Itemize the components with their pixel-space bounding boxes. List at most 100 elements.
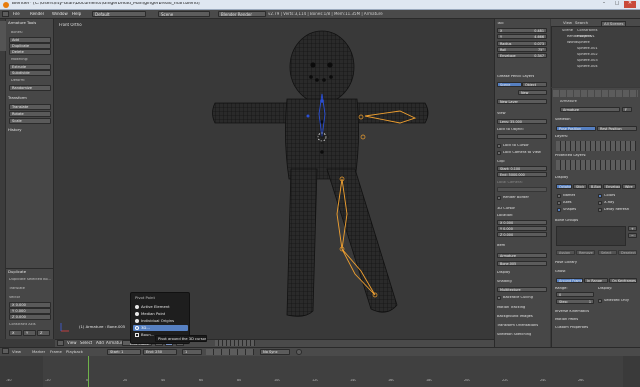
tail-x-field[interactable]: X 0.481 [497, 28, 547, 33]
lock-cursor-checkbox[interactable] [497, 144, 501, 148]
new-layer-button[interactable]: New Layer [497, 99, 547, 104]
outliner-menu-view[interactable]: View [563, 21, 572, 25]
lens-field[interactable]: Lens: 35.000 [497, 119, 547, 124]
bone-layers-grid[interactable] [556, 141, 636, 151]
cursor-x-field[interactable]: X 0.000 [497, 220, 547, 225]
item-heading[interactable]: Item [497, 244, 505, 248]
record-button[interactable] [296, 349, 302, 355]
outliner-display-select[interactable]: All Scenes [601, 21, 627, 27]
colors-checkbox[interactable] [598, 194, 602, 198]
cursor-z-field[interactable]: Z 0.000 [497, 232, 547, 237]
custom-properties-heading[interactable]: Custom Properties [555, 326, 588, 330]
editor-type-icon[interactable] [2, 11, 9, 17]
skeleton-heading[interactable]: Skeleton [555, 118, 571, 122]
bone-group-add-button[interactable]: + [628, 226, 637, 231]
roll-field[interactable]: Roll 75° [497, 47, 547, 52]
tab-animation[interactable] [0, 117, 6, 147]
radius-field[interactable]: Radius 0.073 [497, 41, 547, 46]
outliner-item[interactable]: Sphere [577, 41, 590, 45]
grease-scene-button[interactable]: Scene [497, 82, 522, 87]
motion-paths-heading[interactable]: Motion Paths [555, 318, 578, 322]
timeline-menu-playback[interactable]: Playback [66, 350, 83, 354]
delete-button[interactable]: Delete [9, 49, 51, 55]
sync-select[interactable]: No Sync [260, 349, 290, 355]
motion-tracking-heading[interactable]: Motion Tracking [497, 306, 525, 310]
xray-checkbox[interactable] [598, 201, 602, 205]
tab-physics[interactable] [0, 149, 6, 179]
menu-file[interactable]: File [13, 12, 20, 16]
outliner-item[interactable]: Plane.001 [577, 35, 595, 39]
minimize-button[interactable]: – [598, 1, 610, 8]
constraint-y-toggle[interactable]: Y [23, 330, 36, 336]
pose-library-heading[interactable]: Pose Library [555, 261, 577, 265]
fake-user-button[interactable]: F [622, 107, 632, 112]
deselect-button[interactable]: Deselect [618, 250, 637, 255]
outliner-item[interactable]: Sphere.001 [577, 47, 598, 51]
render-engine-select[interactable]: Blender Render [218, 11, 266, 17]
outliner-menu-search[interactable]: Search [575, 21, 588, 25]
shading-select[interactable]: Multitexture [497, 287, 547, 292]
tab-create[interactable] [0, 53, 6, 83]
range-field[interactable]: 0 [556, 292, 594, 297]
cursor-y-field[interactable]: Y 0.000 [497, 226, 547, 231]
menu-add[interactable]: Add [96, 341, 104, 345]
bone-groups-heading[interactable]: Bone Groups [555, 219, 578, 223]
bone-group-remove-button[interactable]: − [628, 233, 637, 238]
item-object-field[interactable]: Armature [497, 253, 547, 258]
pivot-item-active[interactable]: Active Element [133, 304, 188, 310]
gingerbread-mesh[interactable] [55, 19, 494, 339]
render-border-checkbox[interactable] [497, 196, 501, 200]
current-frame-field[interactable]: 1 [182, 349, 202, 355]
start-frame-field[interactable]: Start: 1 [107, 349, 141, 355]
step-field[interactable]: Step: 1 [556, 299, 594, 304]
menu-window[interactable]: Window [52, 12, 68, 16]
maximize-button[interactable]: □ [611, 1, 623, 8]
select-button[interactable]: Select [598, 250, 617, 255]
scale-button[interactable]: Scale [9, 118, 51, 124]
new-grease-button[interactable]: New [518, 90, 547, 95]
pivot-item-median[interactable]: Median Point [133, 311, 188, 317]
outliner-item[interactable]: Sphere.004 [577, 65, 598, 69]
3d-viewport[interactable]: Front Ortho (1) Armature: Bone.005 [55, 19, 494, 339]
display-heading[interactable]: Display [497, 271, 510, 275]
vector-z-field[interactable]: Z 0.000 [9, 314, 51, 320]
outliner-item[interactable]: Sphere.002 [577, 53, 598, 57]
axes-checkbox[interactable] [557, 201, 561, 205]
operator-heading[interactable]: Duplicate [8, 270, 26, 274]
clip-end-field[interactable]: End: 5000.000 [497, 172, 547, 177]
ghost-heading[interactable]: Ghost [555, 270, 566, 274]
3d-cursor-heading[interactable]: 3D Cursor [497, 207, 515, 211]
display-bbone-button[interactable]: B-Bone [588, 184, 602, 189]
local-camera-field[interactable] [497, 187, 547, 192]
ghost-around-frame-button[interactable]: Around Frame [556, 278, 583, 283]
constraint-z-toggle[interactable]: Z [37, 330, 50, 336]
outliner-item[interactable]: Sphere.003 [577, 59, 598, 63]
pivot-item-bounding[interactable]: Boun... [133, 332, 154, 338]
rotate-button[interactable]: Rotate [9, 111, 51, 117]
selected-only-checkbox[interactable] [598, 299, 602, 303]
remove-button[interactable]: Remove [576, 250, 595, 255]
pivot-item-3d-cursor[interactable]: 3D... [133, 325, 188, 331]
grease-object-button[interactable]: Object [522, 82, 547, 87]
timeline-menu-view[interactable]: View [12, 350, 21, 354]
bone-groups-list[interactable] [556, 226, 626, 246]
menu-render[interactable]: Render [30, 12, 44, 16]
armature-display-heading[interactable]: Display [555, 176, 568, 180]
lock-object-field[interactable] [497, 134, 547, 139]
protected-layers-grid[interactable] [556, 160, 636, 170]
menu-view[interactable]: View [67, 341, 77, 345]
ghost-on-keyframes-button[interactable]: On Keyframes [609, 278, 637, 283]
display-stick-button[interactable]: Stick [573, 184, 587, 189]
screen-layout-select[interactable]: Default [92, 11, 146, 17]
delay-refresh-checkbox[interactable] [598, 208, 602, 212]
outliner-item[interactable]: World [567, 41, 577, 45]
display-envelope-button[interactable]: Envelope [603, 184, 621, 189]
tab-grease-pencil[interactable] [0, 181, 6, 211]
end-frame-field[interactable]: End: 250 [143, 349, 177, 355]
backface-culling-checkbox[interactable] [497, 296, 501, 300]
viewport-editor-icon[interactable] [57, 340, 64, 346]
tab-tools[interactable] [0, 21, 6, 51]
assign-button[interactable]: Assign [556, 250, 575, 255]
constraint-x-toggle[interactable]: X [9, 330, 22, 336]
subdivide-button[interactable]: Subdivide [9, 70, 51, 76]
